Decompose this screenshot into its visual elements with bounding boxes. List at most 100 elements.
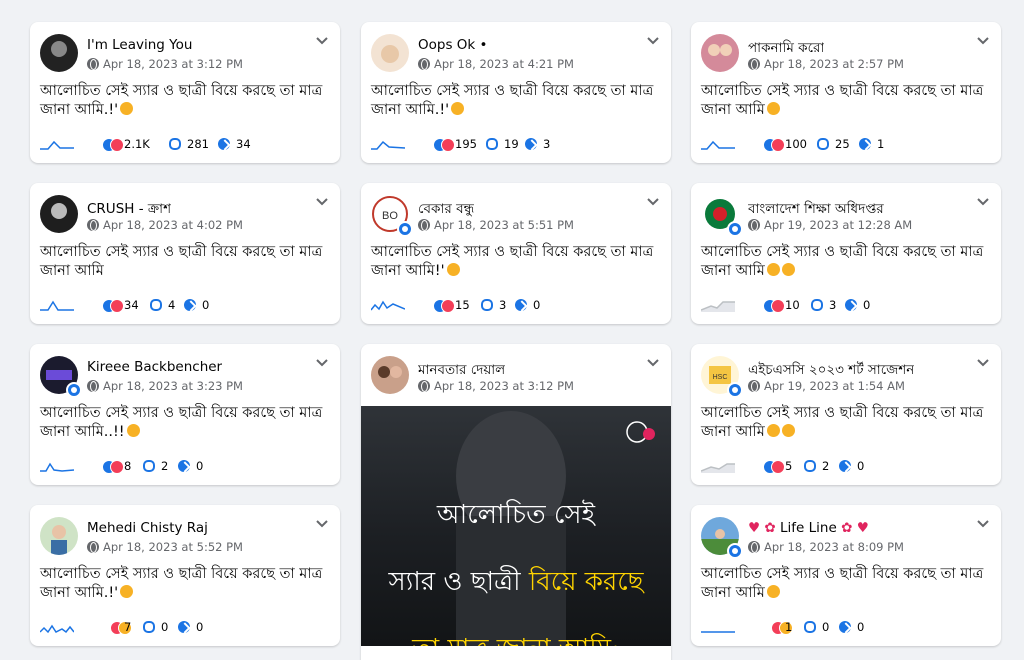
comment-stat[interactable]: 19 [486,137,519,151]
post-card[interactable]: ♥ ✿ Life Line ✿ ♥ Apr 18, 2023 at 8:09 P… [691,505,1001,646]
share-stat[interactable]: 0 [178,459,203,473]
post-date[interactable]: Apr 19, 2023 at 12:28 AM [764,218,912,232]
chevron-down-icon[interactable] [316,36,328,46]
heart-icon: ♥ [856,520,869,536]
share-stat[interactable]: 0 [184,298,209,312]
reaction-count[interactable]: 8 [124,459,131,473]
post-meta: Apr 18, 2023 at 4:02 PM [87,218,243,232]
reaction-count[interactable]: 7 [124,620,131,634]
post-card[interactable]: মানবতার দেয়াল Apr 18, 2023 at 3:12 PM আ… [361,344,671,660]
post-stats: 7 0 0 [40,620,330,636]
image-text-line3: তা মাত্র জানা আমি: [361,628,671,646]
avatar[interactable] [371,34,409,72]
author-name[interactable]: ♥ ✿ Life Line ✿ ♥ [748,520,869,536]
post-date[interactable]: Apr 18, 2023 at 8:09 PM [764,540,904,554]
share-stat[interactable]: 1 [859,137,884,151]
globe-icon [418,380,430,392]
post-card[interactable]: BO বেকার বন্ধু Apr 18, 2023 at 5:51 PM আ… [361,183,671,324]
chevron-down-icon[interactable] [316,358,328,368]
comment-stat[interactable]: 2 [143,459,168,473]
sparkline-icon [40,462,74,472]
post-date[interactable]: Apr 18, 2023 at 5:51 PM [434,218,574,232]
reaction-count[interactable]: 100 [785,137,807,151]
share-stat[interactable]: 0 [178,620,203,634]
comment-stat[interactable]: 3 [811,298,836,312]
comment-icon [150,299,162,311]
comment-stat[interactable]: 4 [150,298,175,312]
sparkline-icon [40,140,74,150]
post-date[interactable]: Apr 18, 2023 at 5:52 PM [103,540,243,554]
comment-stat[interactable]: 3 [481,298,506,312]
post-card[interactable]: I'm Leaving You Apr 18, 2023 at 3:12 PM … [30,22,340,163]
author-name[interactable]: I'm Leaving You [87,37,192,53]
comment-stat[interactable]: 0 [143,620,168,634]
chevron-down-icon[interactable] [647,197,659,207]
post-card[interactable]: HSC এইচএসসি ২০২৩ শর্ট সাজেশন Apr 19, 202… [691,344,1001,485]
post-text: আলোচিত সেই স্যার ও ছাত্রী বিয়ে করছে তা … [701,244,984,279]
post-image[interactable]: আলোচিত সেই স্যার ও ছাত্রী বিয়ে করছে তা … [361,406,671,646]
share-stat[interactable]: 0 [515,298,540,312]
post-card[interactable]: Mehedi Chisty Raj Apr 18, 2023 at 5:52 P… [30,505,340,646]
post-card[interactable]: পাকনামি করো Apr 18, 2023 at 2:57 PM আলোচ… [691,22,1001,163]
chevron-down-icon[interactable] [316,197,328,207]
reaction-count[interactable]: 15 [455,298,470,312]
post-text: আলোচিত সেই স্যার ও ছাত্রী বিয়ে করছে তা … [40,405,323,440]
chevron-down-icon[interactable] [316,519,328,529]
reaction-count[interactable]: 2.1K [124,137,150,151]
reaction-count[interactable]: 1 [785,620,792,634]
avatar[interactable] [40,34,78,72]
chevron-down-icon[interactable] [647,358,659,368]
image-text-line2: স্যার ও ছাত্রী বিয়ে করছে [388,567,644,597]
smile-emoji-icon [766,102,780,115]
post-meta: Apr 19, 2023 at 12:28 AM [748,218,912,232]
avatar[interactable] [701,34,739,72]
comment-stat[interactable]: 0 [804,620,829,634]
reaction-count[interactable]: 34 [124,298,139,312]
author-name[interactable]: Oops Ok • [418,37,487,53]
author-name[interactable]: Mehedi Chisty Raj [87,520,208,536]
post-date[interactable]: Apr 18, 2023 at 3:12 PM [103,57,243,71]
post-card[interactable]: CRUSH - ক্রাশ Apr 18, 2023 at 4:02 PM আল… [30,183,340,324]
post-card[interactable]: Kireee Backbencher Apr 18, 2023 at 3:23 … [30,344,340,485]
love-icon [441,138,455,152]
comment-icon [143,621,155,633]
post-date[interactable]: Apr 18, 2023 at 4:21 PM [434,57,574,71]
sparkline-icon [701,140,735,150]
chevron-down-icon[interactable] [977,519,989,529]
love-icon [771,299,785,313]
share-icon [178,460,190,472]
chevron-down-icon[interactable] [647,36,659,46]
chevron-down-icon[interactable] [977,197,989,207]
reaction-count[interactable]: 5 [785,459,792,473]
globe-icon [748,219,760,231]
avatar[interactable] [40,195,78,233]
chevron-down-icon[interactable] [977,358,989,368]
share-stat[interactable]: 0 [839,620,864,634]
share-stat[interactable]: 0 [839,459,864,473]
post-date[interactable]: Apr 18, 2023 at 4:02 PM [103,218,243,232]
post-date[interactable]: Apr 19, 2023 at 1:54 AM [764,379,905,393]
author-name[interactable]: Kireee Backbencher [87,359,222,375]
comment-icon [486,138,498,150]
avatar[interactable] [40,517,78,555]
post-date[interactable]: Apr 18, 2023 at 2:57 PM [764,57,904,71]
share-stat[interactable]: 3 [525,137,550,151]
reaction-count[interactable]: 10 [785,298,800,312]
share-stat[interactable]: 0 [845,298,870,312]
comment-stat[interactable]: 25 [817,137,850,151]
avatar[interactable] [371,356,409,394]
comment-stat[interactable]: 2 [804,459,829,473]
post-date[interactable]: Apr 18, 2023 at 3:12 PM [434,379,574,393]
post-card[interactable]: বাংলাদেশ শিক্ষা অধিদপ্তর Apr 19, 2023 at… [691,183,1001,324]
group-badge-icon [397,221,413,237]
post-meta: Apr 19, 2023 at 1:54 AM [748,379,905,393]
page-logo-icon [625,420,659,444]
comment-stat[interactable]: 281 [169,137,209,151]
post-date[interactable]: Apr 18, 2023 at 3:23 PM [103,379,243,393]
post-card[interactable]: Oops Ok • Apr 18, 2023 at 4:21 PM আলোচিত… [361,22,671,163]
chevron-down-icon[interactable] [977,36,989,46]
reaction-count[interactable]: 195 [455,137,477,151]
smile-emoji-icon [126,424,140,437]
share-stat[interactable]: 34 [218,137,251,151]
smile-emoji-icon [766,263,780,276]
